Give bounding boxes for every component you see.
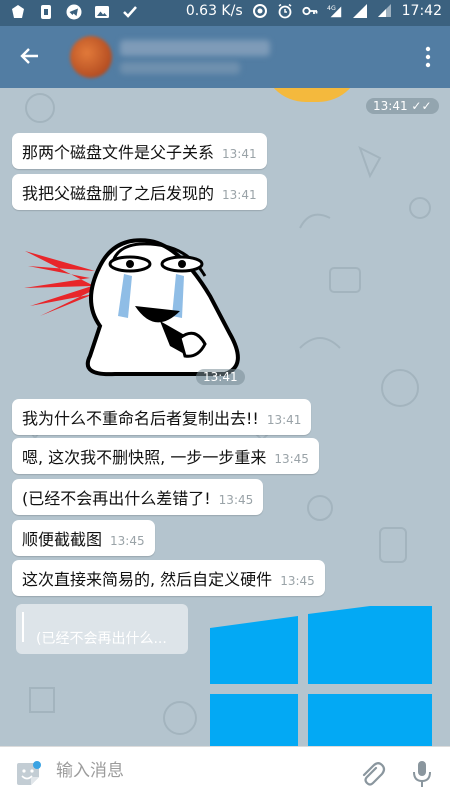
message-text: 顺便截截图 xyxy=(22,530,103,549)
telegram-icon xyxy=(66,4,82,20)
time-label: 13:41 xyxy=(203,370,238,384)
sync-icon xyxy=(252,4,267,18)
chat-header xyxy=(0,26,450,88)
reply-preview[interactable]: (已经不会再出什么... xyxy=(16,604,188,654)
message-text: 那两个磁盘文件是父子关系 xyxy=(22,143,215,162)
sticker-icon[interactable] xyxy=(14,760,42,788)
reply-text: (已经不会再出什么... xyxy=(36,631,167,647)
message-text: 这次直接来简易的, 然后自定义硬件 xyxy=(22,570,273,589)
sticker-time: 13:41 xyxy=(196,369,245,385)
gallery-icon xyxy=(95,6,109,18)
message-text: 我为什么不重命名后者复制出去!! xyxy=(22,409,259,428)
notification-icon xyxy=(12,5,24,18)
message-bubble[interactable]: 那两个磁盘文件是父子关系 13:41 xyxy=(12,133,267,169)
message-bubble[interactable]: 我为什么不重命名后者复制出去!! 13:41 xyxy=(12,399,312,435)
message-time: 13:45 xyxy=(280,574,315,588)
arrow-left-icon[interactable] xyxy=(18,44,42,68)
message-time: 13:41 xyxy=(266,413,302,427)
battery-icon xyxy=(377,4,391,17)
message-composer xyxy=(0,746,450,800)
message-list[interactable]: 13:41 ✓✓ 那两个磁盘文件是父子关系 13:41 我把父磁盘删了之后发现的… xyxy=(0,88,450,746)
system-icons: 0.63 K/s 4G 17:42 xyxy=(186,3,442,19)
message-bubble[interactable]: 这次直接来简易的, 然后自定义硬件 13:45 xyxy=(12,560,325,596)
message-text: (已经不会再出什么差错了! xyxy=(22,489,211,508)
message-time: 13:41 xyxy=(222,147,257,161)
message-time: 13:41 xyxy=(222,188,257,202)
double-check-icon: ✓✓ xyxy=(411,99,432,113)
status-bar: 0.63 K/s 4G 17:42 xyxy=(0,0,450,26)
alarm-icon xyxy=(278,3,292,19)
clock: 17:42 xyxy=(401,3,442,19)
message-time: 13:45 xyxy=(110,534,145,548)
media-time: 13:41 ✓✓ xyxy=(366,98,439,114)
message-bubble[interactable]: 顺便截截图 13:45 xyxy=(12,520,155,556)
svg-text:4G: 4G xyxy=(327,5,336,12)
message-text: 我把父磁盘删了之后发现的 xyxy=(22,184,215,203)
message-bubble[interactable]: 我把父磁盘删了之后发现的 13:41 xyxy=(12,174,267,210)
check-icon xyxy=(123,6,137,18)
contact-status-blurred xyxy=(120,62,240,74)
net-speed: 0.63 K/s xyxy=(185,3,243,19)
message-time: 13:45 xyxy=(274,452,309,466)
key-icon xyxy=(302,6,318,16)
notification-icons xyxy=(10,4,138,20)
more-vertical-icon[interactable] xyxy=(424,45,432,69)
microphone-icon[interactable] xyxy=(410,759,434,789)
contact-name-blurred[interactable] xyxy=(120,40,270,56)
time-label: 13:41 xyxy=(373,99,408,113)
signal-icon: 4G xyxy=(327,5,341,18)
sticker-image[interactable] xyxy=(20,216,240,386)
reply-bar xyxy=(22,612,24,642)
windows-logo-image[interactable] xyxy=(210,606,432,746)
paperclip-icon[interactable] xyxy=(358,760,386,788)
message-input[interactable] xyxy=(56,761,336,781)
signal-icon xyxy=(352,4,367,18)
sim-icon xyxy=(41,5,51,19)
message-text: 嗯, 这次我不删快照, 一步一步重来 xyxy=(22,448,267,467)
avatar[interactable] xyxy=(70,36,112,78)
message-bubble[interactable]: (已经不会再出什么差错了! 13:45 xyxy=(12,479,264,515)
message-bubble[interactable]: 嗯, 这次我不删快照, 一步一步重来 13:45 xyxy=(12,438,319,474)
message-time: 13:45 xyxy=(218,493,254,507)
